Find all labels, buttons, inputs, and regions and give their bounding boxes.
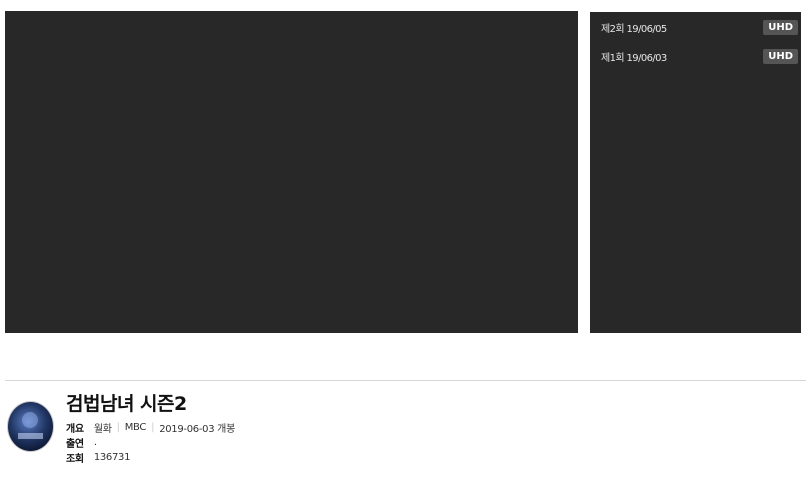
cast-key: 출연: [66, 439, 84, 450]
poster-art: [22, 412, 38, 428]
views-key: 조회: [66, 454, 84, 465]
views-value: 136731: [93, 452, 131, 463]
summary-key: 개요: [66, 424, 84, 435]
poster-logo: [18, 433, 43, 439]
summary-date: 2019-06-03 개봉: [159, 424, 235, 435]
program-title: 검법남녀 시즌2: [66, 393, 187, 415]
cast-value: .: [93, 437, 97, 448]
episode-list: 제2회 19/06/05 UHD 제1회 19/06/03 UHD: [590, 12, 801, 333]
episode-item[interactable]: 제2회 19/06/05 UHD: [590, 13, 801, 42]
episode-label: 제2회 19/06/05: [601, 24, 667, 35]
cast-row: 출연 .: [66, 435, 97, 450]
video-player[interactable]: [5, 11, 578, 333]
summary-channel: MBC: [124, 422, 147, 433]
episode-label: 제1회 19/06/03: [601, 53, 667, 64]
section-divider: [5, 380, 806, 381]
uhd-badge: UHD: [763, 49, 798, 64]
program-poster[interactable]: [7, 401, 54, 452]
separator: |: [116, 422, 120, 433]
separator: |: [151, 422, 155, 433]
views-row: 조회 136731: [66, 450, 130, 465]
uhd-badge: UHD: [763, 20, 798, 35]
summary-row: 개요 월화 | MBC | 2019-06-03 개봉: [66, 420, 235, 435]
summary-day: 월화: [93, 424, 112, 435]
episode-item[interactable]: 제1회 19/06/03 UHD: [590, 42, 801, 71]
